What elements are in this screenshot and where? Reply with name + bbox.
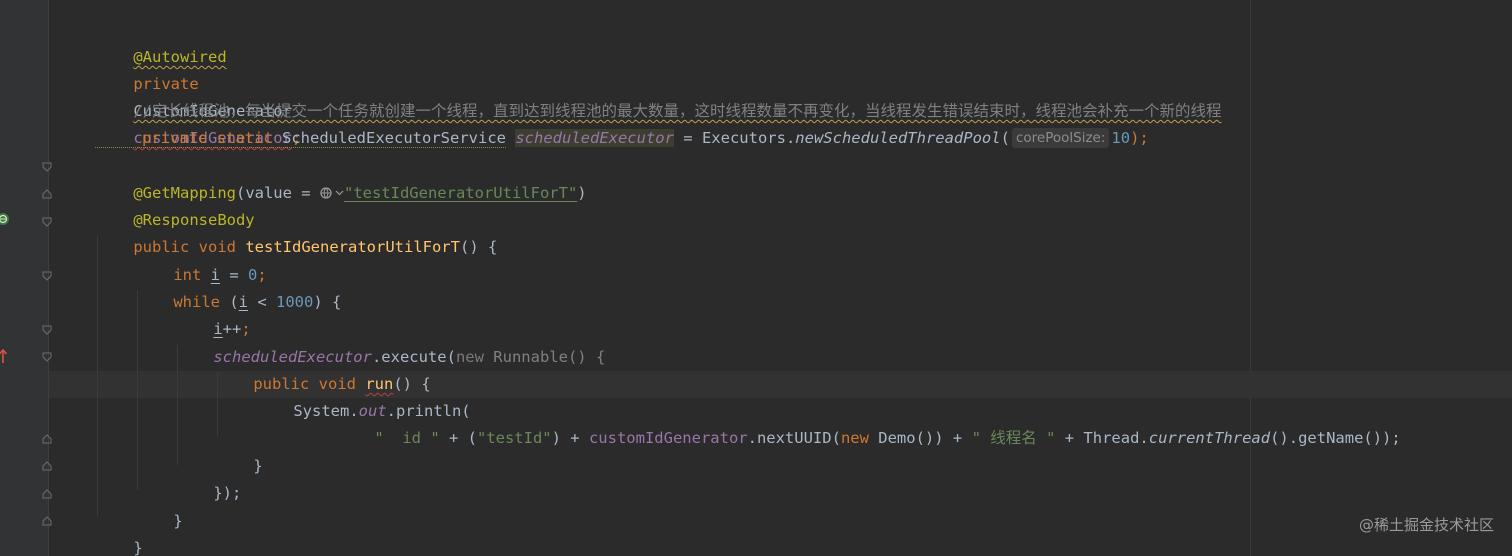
code-text: ( <box>1000 129 1010 147</box>
method-call: newScheduledThreadPool <box>795 129 1001 147</box>
code-line[interactable]: //定长线程池，每当提交一个任务就创建一个线程，直到达到线程池的最大数量，这时线… <box>96 71 1221 120</box>
keyword: private <box>142 129 208 147</box>
fold-arrow-icon[interactable] <box>42 271 52 281</box>
closing-brace: }); <box>213 484 242 502</box>
type-name: ScheduledExecutorService <box>282 129 506 147</box>
code-text: ().getName()); <box>1270 429 1401 447</box>
code-text: ) <box>577 184 587 202</box>
code-line[interactable]: int i = 0; <box>136 235 266 284</box>
string-literal: " 线程名 " <box>971 429 1056 447</box>
fold-arrow-icon[interactable] <box>42 434 52 444</box>
code-line[interactable]: } <box>96 508 142 556</box>
code-line[interactable]: private static ScheduledExecutorService … <box>58 98 1149 148</box>
fold-arrow-icon[interactable] <box>42 489 52 499</box>
code-text: ) { <box>313 293 342 311</box>
watermark: @稀土掘金技术社区 <box>1358 516 1494 534</box>
code-line[interactable]: public void run() { <box>216 344 430 393</box>
fold-arrow-icon[interactable] <box>42 461 52 471</box>
code-line[interactable]: scheduledExecutor.execute(new Runnable()… <box>176 317 605 366</box>
fold-arrow-icon[interactable] <box>42 352 52 362</box>
field-name: scheduledExecutor <box>515 129 674 147</box>
implements-method-icon[interactable] <box>0 348 8 368</box>
code-text: + Thread. <box>1055 429 1149 447</box>
code-line[interactable]: public void testIdGeneratorUtilForT() { <box>96 207 497 256</box>
code-line[interactable]: i++; <box>176 289 250 338</box>
code-line[interactable]: }); <box>176 453 241 502</box>
code-line[interactable]: @ResponseBody <box>96 180 254 229</box>
field-name: customIdGenerator <box>588 429 748 447</box>
fold-arrow-icon[interactable] <box>42 217 52 227</box>
right-margin-guide <box>1250 0 1251 556</box>
code-text: + ( <box>439 429 477 447</box>
code-line[interactable]: @GetMapping(value = "testIdGeneratorUtil… <box>96 153 586 202</box>
number-literal: 1000 <box>276 293 314 311</box>
editor-gutter[interactable] <box>0 0 52 556</box>
keyword: new <box>455 348 484 366</box>
code-line[interactable]: " id " + ("testId") + customIdGenerator.… <box>337 398 1400 447</box>
globe-icon[interactable] <box>320 186 334 200</box>
keyword: new <box>840 429 869 447</box>
code-line[interactable]: } <box>136 481 182 530</box>
code-text: ) + <box>551 429 589 447</box>
fold-arrow-icon[interactable] <box>42 189 52 199</box>
fold-arrow-icon[interactable] <box>42 325 52 335</box>
method-call: currentThread <box>1148 429 1271 447</box>
string-literal: " id " <box>374 429 440 447</box>
method-declaration: testIdGeneratorUtilForT <box>245 238 460 256</box>
number-literal: 10 <box>1111 129 1131 147</box>
type-name: Runnable() { <box>483 348 606 366</box>
code-line[interactable]: private CustomIdGenerator customIdGenera… <box>96 44 301 147</box>
keyword: static <box>216 129 273 147</box>
code-line[interactable]: while (i < 1000) { <box>136 262 341 311</box>
chevron-down-icon[interactable] <box>335 189 344 197</box>
code-editor[interactable]: @Autowired private CustomIdGenerator cus… <box>0 0 1512 556</box>
code-line[interactable]: @Autowired <box>96 17 226 66</box>
punctuation: ); <box>1130 129 1149 147</box>
warning-underline: private static ScheduledExecutorService <box>95 129 506 148</box>
code-text: Demo()) + <box>868 429 972 447</box>
code-line[interactable]: System.out.println( <box>256 371 470 420</box>
string-literal: "testIdGeneratorUtilForT" <box>343 184 578 202</box>
fold-arrow-icon[interactable] <box>42 516 52 526</box>
parameter-hint: corePoolSize: <box>1011 128 1110 148</box>
code-text: < <box>248 293 277 311</box>
string-literal: "testId" <box>476 429 552 447</box>
web-endpoint-icon[interactable] <box>0 212 10 230</box>
code-text: = Executors. <box>673 129 796 147</box>
closing-brace: } <box>173 512 183 530</box>
code-text: () { <box>459 238 498 256</box>
closing-brace: } <box>133 539 143 556</box>
code-text: .nextUUID( <box>747 429 841 447</box>
closing-brace: } <box>253 457 263 475</box>
fold-arrow-icon[interactable] <box>42 162 52 172</box>
code-line[interactable]: } <box>216 426 262 475</box>
